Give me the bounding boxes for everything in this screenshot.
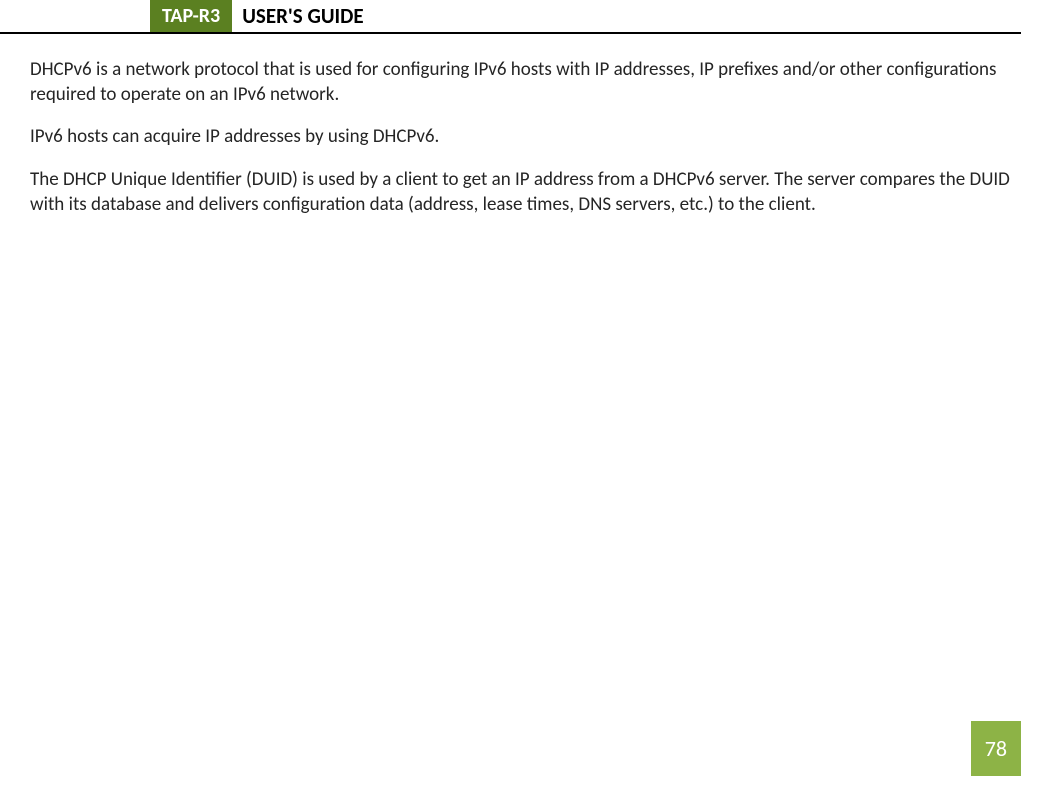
document-title: USER'S GUIDE [232, 1, 363, 31]
paragraph-3: The DHCP Unique Identifier (DUID) is use… [30, 168, 1011, 217]
paragraph-2: IPv6 hosts can acquire IP addresses by u… [30, 125, 1011, 150]
page-header: TAP-R3 USER'S GUIDE [0, 0, 1021, 34]
body-content: DHCPv6 is a network protocol that is use… [0, 34, 1041, 217]
paragraph-1: DHCPv6 is a network protocol that is use… [30, 58, 1011, 107]
product-badge: TAP-R3 [150, 0, 232, 32]
page-number: 78 [971, 721, 1021, 776]
